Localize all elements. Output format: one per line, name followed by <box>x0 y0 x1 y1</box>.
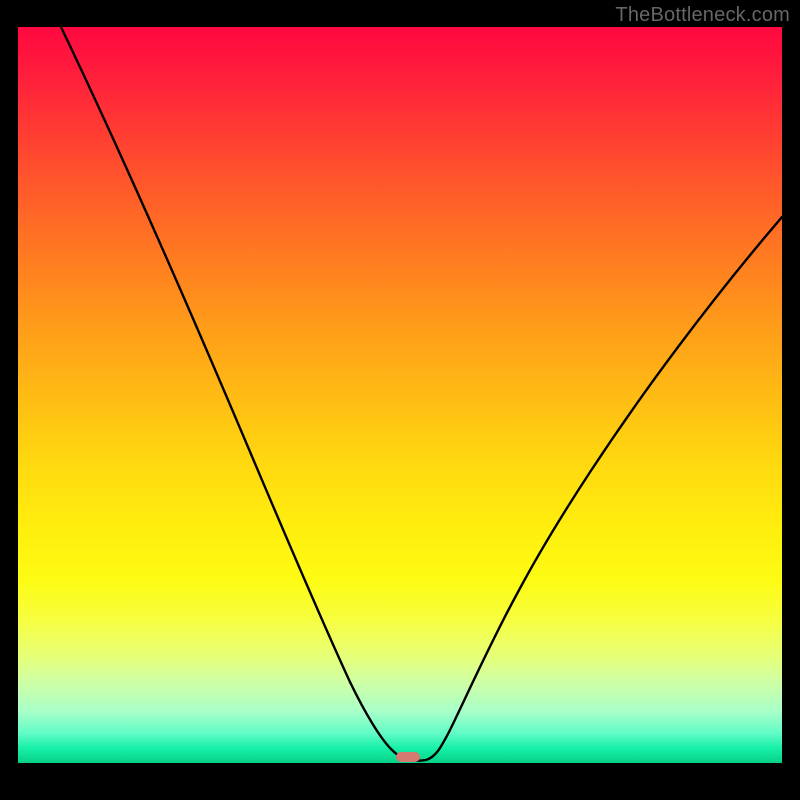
watermark-text: TheBottleneck.com <box>615 4 790 27</box>
curve-path <box>61 27 782 761</box>
optimum-marker <box>396 752 420 762</box>
bottleneck-curve <box>18 27 782 763</box>
chart-frame: TheBottleneck.com <box>0 0 800 800</box>
plot-area <box>18 27 782 763</box>
